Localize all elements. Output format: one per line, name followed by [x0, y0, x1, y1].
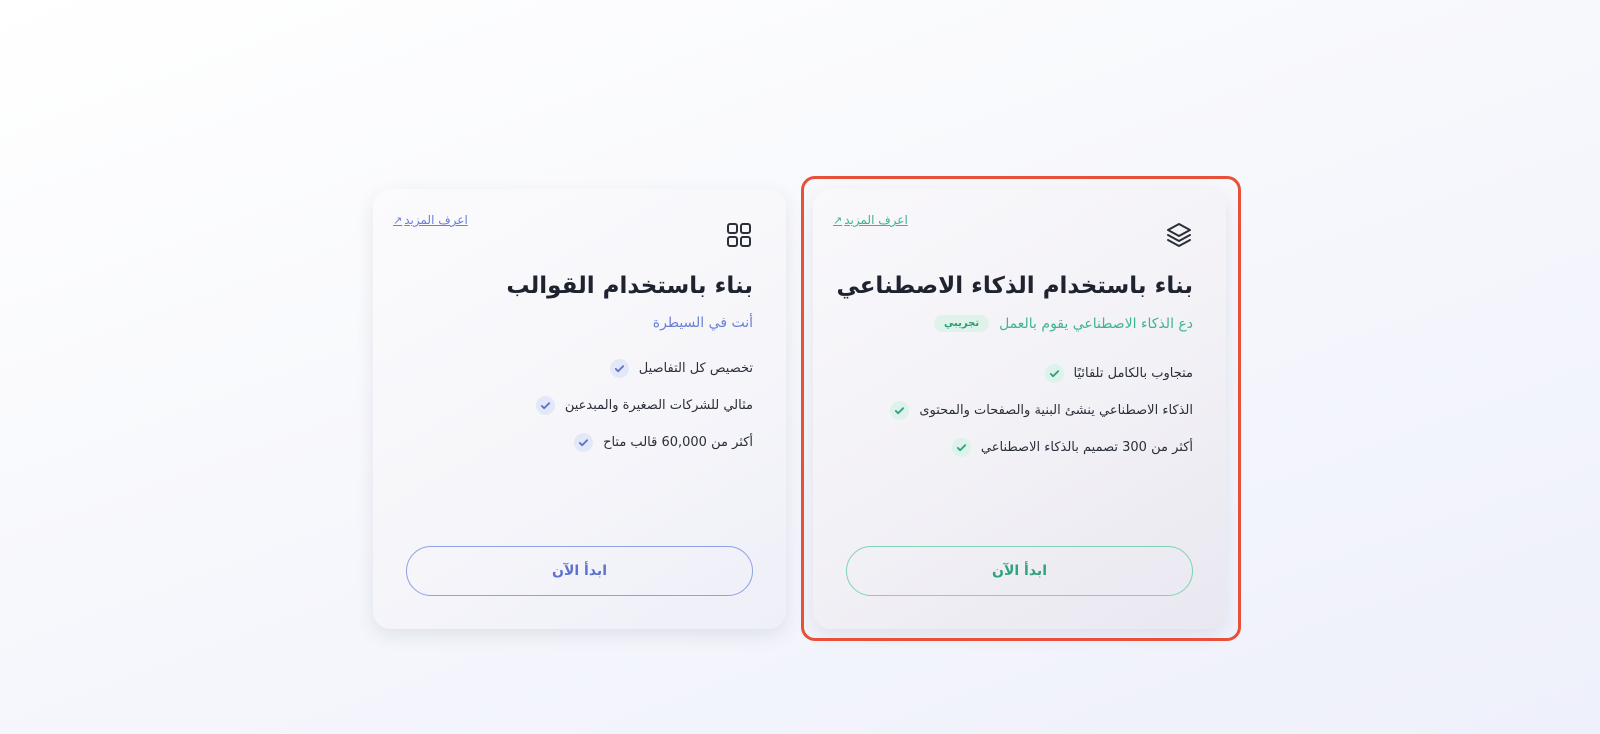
feature-item: متجاوب بالكامل تلقائيًا	[890, 355, 1193, 392]
start-now-button[interactable]: ابدأ الآن	[406, 546, 753, 596]
feature-text: تخصيص كل التفاصيل	[638, 361, 753, 376]
feature-item: أكثر من 300 تصميم بالذكاء الاصطناعي	[890, 429, 1193, 466]
subtitle-text: دع الذكاء الاصطناعي يقوم بالعمل	[999, 315, 1193, 332]
card-subtitle: أنت في السيطرة	[653, 315, 753, 331]
templates-card[interactable]: اعرف المزيد↗ بناء باستخدام القوالب أنت ف…	[373, 189, 786, 629]
feature-text: الذكاء الاصطناعي ينشئ البنية والصفحات وا…	[919, 403, 1193, 418]
subtitle-text: أنت في السيطرة	[652, 315, 753, 331]
grid-icon	[727, 223, 751, 247]
feature-text: أكثر من 300 تصميم بالذكاء الاصطناعي	[980, 440, 1193, 455]
feature-item: أكثر من 60,000 قالب متاح	[536, 424, 753, 461]
learn-more-link[interactable]: اعرف المزيد↗	[833, 213, 908, 227]
card-subtitle: دع الذكاء الاصطناعي يقوم بالعمل تجريبي	[933, 315, 1193, 332]
feature-text: أكثر من 60,000 قالب متاح	[603, 435, 753, 450]
start-now-button[interactable]: ابدأ الآن	[846, 546, 1193, 596]
learn-more-label: اعرف المزيد	[844, 213, 908, 227]
external-link-arrow-icon: ↗	[833, 214, 843, 227]
feature-text: مثالي للشركات الصغيرة والمبدعين	[564, 398, 753, 413]
card-title: بناء باستخدام القوالب	[506, 273, 753, 299]
feature-item: مثالي للشركات الصغيرة والمبدعين	[535, 387, 753, 424]
ai-card[interactable]: اعرف المزيد↗ بناء باستخدام الذكاء الاصطن…	[813, 189, 1226, 629]
external-link-arrow-icon: ↗	[393, 214, 403, 227]
feature-list: تخصيص كل التفاصيل مثالي للشركات الصغيرة …	[535, 350, 753, 461]
card-title: بناء باستخدام الذكاء الاصطناعي	[836, 273, 1193, 299]
feature-item: الذكاء الاصطناعي ينشئ البنية والصفحات وا…	[890, 392, 1193, 429]
feature-list: متجاوب بالكامل تلقائيًا الذكاء الاصطناعي…	[890, 355, 1193, 466]
check-icon	[890, 401, 910, 420]
feature-item: تخصيص كل التفاصيل	[536, 350, 753, 387]
feature-text: متجاوب بالكامل تلقائيًا	[1073, 366, 1193, 381]
check-icon	[535, 396, 555, 415]
check-icon	[574, 433, 594, 452]
check-icon	[951, 438, 971, 457]
layers-icon	[1167, 223, 1191, 247]
check-icon	[609, 359, 629, 378]
beta-badge: تجريبي	[933, 315, 990, 332]
check-icon	[1044, 364, 1064, 383]
learn-more-label: اعرف المزيد	[404, 213, 468, 227]
learn-more-link[interactable]: اعرف المزيد↗	[393, 213, 468, 227]
